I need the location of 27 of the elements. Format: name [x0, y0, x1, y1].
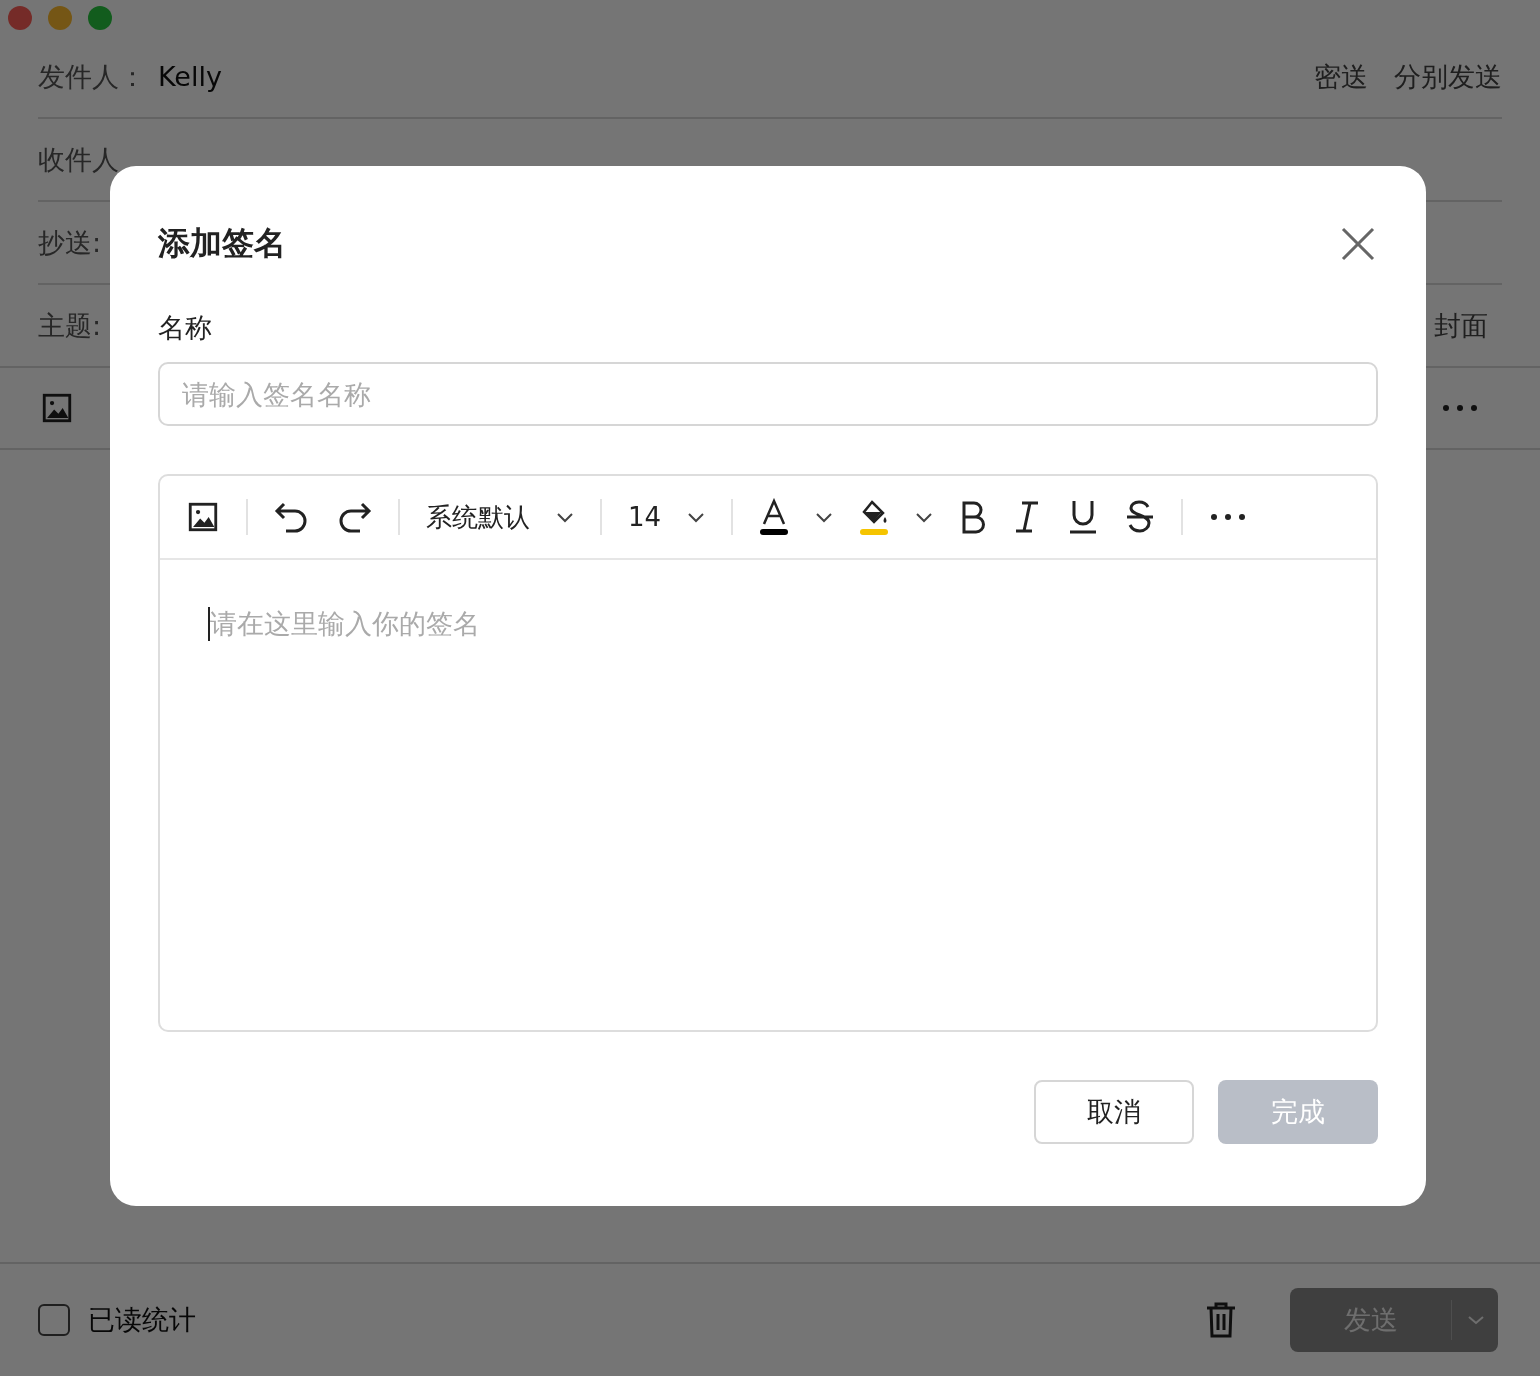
font-size-dropdown[interactable]: 14	[628, 502, 662, 532]
header-link[interactable]: 分别发送	[1394, 58, 1502, 95]
field-label: 抄送:	[38, 225, 103, 260]
editor-placeholder[interactable]: 请在这里输入你的签名	[210, 606, 480, 642]
read-receipt-checkbox[interactable]	[38, 1304, 70, 1336]
sender-name: Kelly	[158, 61, 222, 92]
chevron-down-icon[interactable]	[815, 511, 834, 523]
cancel-button[interactable]: 取消	[1034, 1080, 1194, 1144]
font-dropdown[interactable]: 系统默认	[426, 499, 530, 535]
image-icon[interactable]	[186, 500, 220, 534]
dialog-title: 添加签名	[158, 223, 286, 264]
close-icon[interactable]	[1341, 227, 1375, 261]
strikethrough-icon[interactable]	[1125, 499, 1156, 535]
text-color-icon[interactable]	[759, 498, 790, 536]
field-label: 收件人	[38, 142, 120, 177]
field-label: 发件人：	[38, 59, 147, 94]
name-input-field[interactable]: 请输入签名名称	[158, 362, 1378, 426]
header-link[interactable]: 密送	[1314, 58, 1368, 95]
name-label: 名称	[158, 311, 213, 345]
field-label: 主题:	[38, 308, 103, 343]
trash-icon[interactable]	[1204, 1301, 1238, 1339]
chevron-down-icon[interactable]	[556, 511, 574, 523]
cover-link[interactable]: 封面	[1434, 307, 1488, 344]
read-receipt-label: 已读统计	[88, 1303, 196, 1337]
chevron-down-icon[interactable]	[687, 511, 706, 523]
chevron-down-icon[interactable]	[915, 511, 934, 523]
fill-color-icon[interactable]	[859, 498, 890, 536]
